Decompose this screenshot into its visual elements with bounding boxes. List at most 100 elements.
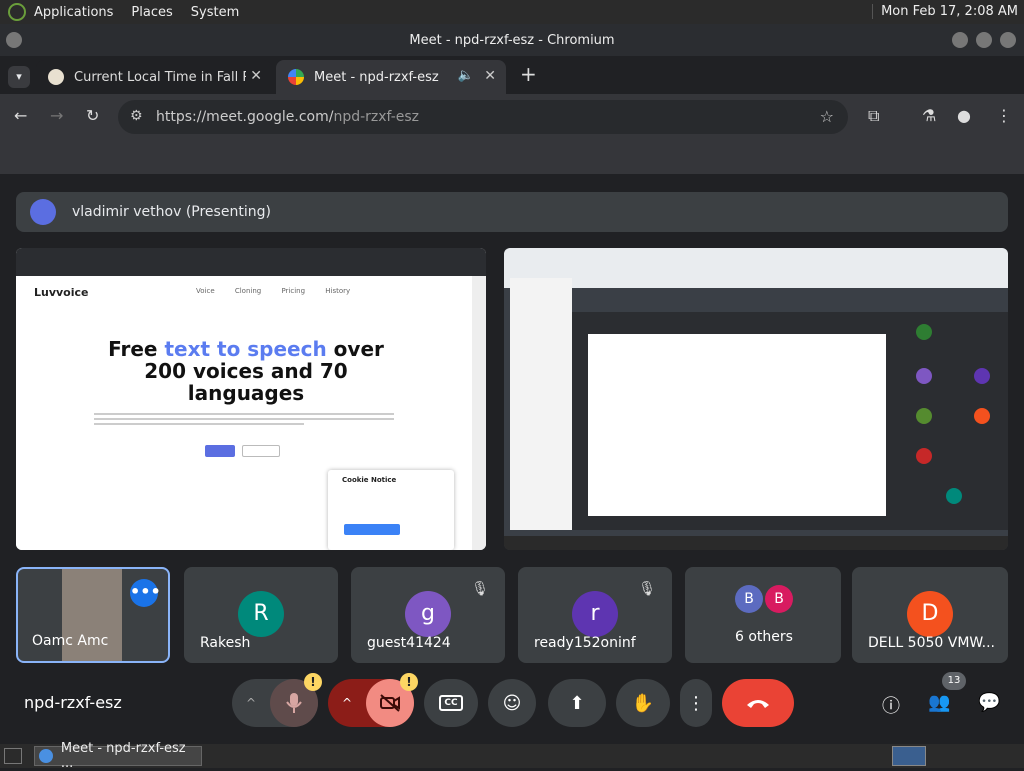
meet-page: vladimir vethov (Presenting) Luvvoice Vo… <box>0 174 1024 744</box>
more-options-button[interactable]: ⋮ <box>680 679 712 727</box>
nested-white-area <box>588 334 886 516</box>
labs-flask-icon[interactable]: ⚗ <box>922 106 936 125</box>
nested-participant-grid <box>900 312 1008 530</box>
present-button[interactable]: ⬆ <box>548 679 606 727</box>
present-screen-icon: ⬆ <box>569 692 585 714</box>
nested-avatar <box>916 448 932 464</box>
mic-muted-icon: 🎙 <box>638 581 656 597</box>
participant-name: DELL 5050 VMW... <box>868 635 995 651</box>
meet-favicon-icon <box>288 69 304 85</box>
url-path: npd-rzxf-esz <box>333 109 420 125</box>
tab-local-time[interactable]: Current Local Time in Fall Riv ✕ <box>36 60 272 94</box>
shared-scrollbar <box>472 276 486 550</box>
participant-tile-oamc[interactable]: ••• Oamc Amc <box>16 567 170 663</box>
back-icon[interactable]: ← <box>14 106 27 125</box>
minimize-icon[interactable] <box>952 32 968 48</box>
extensions-icon[interactable]: ⧉ <box>868 106 879 126</box>
leave-call-button[interactable] <box>722 679 794 727</box>
nested-meet-window <box>572 312 902 530</box>
clock[interactable]: Mon Feb 17, 2:08 AM <box>872 4 1018 19</box>
chat-icon[interactable]: 💬 <box>978 692 1000 713</box>
participant-tile-others[interactable]: B B 6 others <box>685 567 841 663</box>
mic-muted-icon: 🎙 <box>471 581 489 597</box>
more-options-button[interactable]: ••• <box>130 579 161 607</box>
participant-tile-rakesh[interactable]: R Rakesh <box>184 567 338 663</box>
hang-up-icon <box>747 700 769 708</box>
site-info-icon[interactable]: ⚙ <box>130 108 143 124</box>
shared-cookie-notice: Cookie Notice <box>328 470 454 550</box>
shared-cookie-title: Cookie Notice <box>342 476 397 484</box>
more-vert-icon: ⋮ <box>687 692 705 714</box>
avatar: r <box>572 591 618 637</box>
avatar: D <box>907 591 953 637</box>
maximize-icon[interactable] <box>976 32 992 48</box>
video-settings-chevron-icon[interactable]: ^ <box>342 696 352 710</box>
participant-tile-guest[interactable]: 🎙 g guest41424 <box>351 567 505 663</box>
window-titlebar: Meet - npd-rzxf-esz - Chromium <box>0 24 1024 56</box>
raise-hand-button[interactable]: ✋ <box>616 679 670 727</box>
nested-avatar <box>946 488 962 504</box>
audio-playing-icon[interactable]: 🔈 <box>458 68 474 83</box>
camera-warning-icon: ! <box>400 673 418 691</box>
camera-control-group: ^ ! <box>328 673 418 727</box>
browser-menu-icon[interactable]: ⋮ <box>996 106 1012 125</box>
participant-tile-ready[interactable]: 🎙 r ready152oninf <box>518 567 672 663</box>
menu-applications[interactable]: Applications <box>34 5 113 20</box>
shared-screen-left[interactable]: Luvvoice Voice Cloning Pricing History F… <box>16 248 486 550</box>
close-tab-icon[interactable]: ✕ <box>484 68 496 84</box>
reload-icon[interactable]: ↻ <box>86 106 99 125</box>
nested-avatar <box>916 368 932 384</box>
shared-description-lines <box>94 410 394 428</box>
shared-site-logo: Luvvoice <box>34 286 89 299</box>
tab-search-chevron-icon[interactable]: ▾ <box>8 66 30 88</box>
audio-settings-chevron-icon[interactable]: ^ <box>246 696 256 710</box>
shared-headline: Free text to speech over 200 voices and … <box>108 337 384 405</box>
reactions-button[interactable]: ☺ <box>488 679 536 727</box>
nested-side-window <box>510 278 572 530</box>
chromium-icon <box>39 749 53 763</box>
shared-try-button <box>205 445 235 457</box>
mic-control-group: ^ ! <box>232 673 322 727</box>
new-tab-icon[interactable]: + <box>520 62 537 86</box>
participant-name: Oamc Amc <box>32 633 109 649</box>
participant-name: 6 others <box>735 629 793 645</box>
presenter-bar: vladimir vethov (Presenting) <box>16 192 1008 232</box>
presenter-label: vladimir vethov (Presenting) <box>72 204 271 220</box>
clock-favicon-icon <box>48 69 64 85</box>
avatar: B <box>735 585 763 613</box>
people-icon[interactable]: 👥 <box>928 692 950 713</box>
avatar: R <box>238 591 284 637</box>
nested-avatar <box>916 324 932 340</box>
menu-places[interactable]: Places <box>131 5 172 20</box>
shared-web-page: Luvvoice Voice Cloning Pricing History F… <box>16 276 472 550</box>
shared-cookie-accept <box>344 524 400 535</box>
close-window-icon[interactable] <box>1000 32 1016 48</box>
profile-icon[interactable]: ● <box>957 106 971 125</box>
nested-taskbar <box>504 536 1008 550</box>
url-host: https://meet.google.com/ <box>156 109 334 125</box>
tab-meet[interactable]: Meet - npd-rzxf-esz 🔈 ✕ <box>276 60 506 94</box>
window-menu-icon[interactable] <box>6 32 22 48</box>
taskbar-window-meet[interactable]: Meet - npd-rzxf-esz ... <box>34 741 202 771</box>
shared-site-nav: Voice Cloning Pricing History <box>196 287 351 295</box>
meeting-info-icon[interactable]: ⓘ <box>882 692 900 718</box>
participant-tile-dell[interactable]: D DELL 5050 VMW... <box>852 567 1008 663</box>
captions-button[interactable]: CC <box>424 679 478 727</box>
shared-screen-right[interactable] <box>504 248 1008 550</box>
address-bar[interactable]: ⚙ https://meet.google.com/npd-rzxf-esz ☆ <box>118 100 848 134</box>
camera-off-icon <box>380 694 400 712</box>
tab-label: Meet - npd-rzxf-esz <box>314 69 439 85</box>
nested-avatar <box>916 408 932 424</box>
menu-system[interactable]: System <box>191 5 239 20</box>
participant-name: guest41424 <box>367 635 451 651</box>
bookmark-star-icon[interactable]: ☆ <box>820 107 834 126</box>
desktop-taskbar: Meet - npd-rzxf-esz ... <box>0 741 1024 771</box>
show-desktop-icon[interactable] <box>4 748 22 764</box>
mic-icon <box>286 693 302 713</box>
forward-icon[interactable]: → <box>50 106 63 125</box>
close-tab-icon[interactable]: ✕ <box>250 68 262 84</box>
window-title: Meet - npd-rzxf-esz - Chromium <box>409 32 615 48</box>
applications-icon[interactable] <box>8 3 26 21</box>
workspace-switcher[interactable] <box>892 746 926 766</box>
nested-browser-bar <box>504 248 1008 288</box>
